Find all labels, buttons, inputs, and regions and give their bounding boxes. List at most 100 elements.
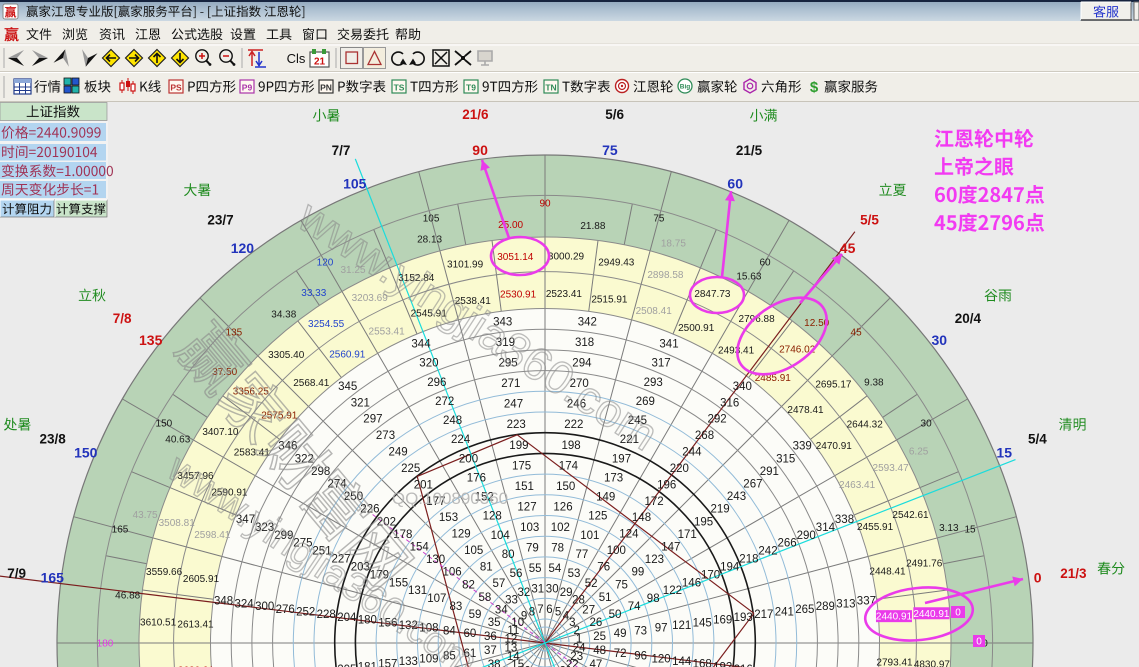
svg-text:28.13: 28.13 [417, 235, 442, 246]
svg-text:82: 82 [462, 579, 475, 591]
svg-text:73: 73 [634, 625, 647, 637]
svg-text:2523.41: 2523.41 [546, 289, 583, 300]
svg-text:21/3: 21/3 [1060, 566, 1087, 581]
svg-text:228: 228 [317, 609, 336, 621]
svg-text:9.38: 9.38 [864, 377, 884, 388]
svg-text:80: 80 [502, 549, 515, 561]
svg-text:267: 267 [743, 479, 762, 491]
svg-text:5/6: 5/6 [605, 107, 624, 122]
svg-text:300: 300 [255, 601, 274, 613]
svg-text:56: 56 [510, 568, 523, 580]
svg-text:200: 200 [459, 453, 478, 465]
svg-text:170: 170 [701, 569, 720, 581]
svg-text:344: 344 [411, 339, 431, 351]
svg-text:107: 107 [427, 593, 446, 605]
svg-text:2491.76: 2491.76 [906, 559, 943, 570]
svg-text:83: 83 [450, 601, 463, 613]
svg-text:165: 165 [41, 570, 65, 586]
svg-text:7/7: 7/7 [332, 143, 351, 158]
svg-text:45: 45 [840, 240, 856, 256]
svg-text:8: 8 [529, 606, 535, 618]
svg-text:120: 120 [652, 653, 671, 665]
svg-text:24: 24 [573, 643, 586, 655]
svg-text:75: 75 [615, 579, 628, 591]
svg-text:75: 75 [602, 142, 618, 158]
svg-text:193: 193 [734, 612, 753, 624]
svg-text:5: 5 [555, 606, 561, 618]
svg-text:313: 313 [836, 598, 855, 610]
svg-text:150: 150 [156, 419, 173, 430]
svg-text:4: 4 [563, 611, 570, 623]
svg-text:2695.17: 2695.17 [815, 380, 852, 391]
svg-text:181: 181 [358, 661, 377, 667]
svg-text:77: 77 [576, 549, 589, 561]
svg-text:223: 223 [507, 419, 526, 431]
svg-text:247: 247 [504, 399, 523, 411]
svg-text:2478.41: 2478.41 [787, 405, 824, 416]
svg-text:342: 342 [578, 317, 597, 329]
svg-text:2500.91: 2500.91 [678, 323, 715, 334]
svg-text:T9: T9 [466, 83, 476, 93]
svg-text:$: $ [810, 79, 819, 96]
svg-text:165: 165 [112, 525, 129, 536]
svg-text:175: 175 [512, 460, 531, 472]
svg-text:TN: TN [545, 83, 556, 93]
svg-text:131: 131 [408, 585, 427, 597]
svg-text:21/6: 21/6 [462, 107, 489, 122]
svg-text:101: 101 [580, 530, 599, 542]
svg-text:293: 293 [644, 377, 663, 389]
svg-text:98: 98 [647, 593, 660, 605]
svg-text:3407.10: 3407.10 [202, 427, 239, 438]
svg-text:315: 315 [776, 453, 795, 465]
svg-text:168: 168 [693, 659, 712, 667]
svg-text:2508.41: 2508.41 [636, 306, 673, 317]
svg-text:289: 289 [816, 601, 835, 613]
svg-text:339: 339 [793, 441, 812, 453]
svg-text:291: 291 [760, 466, 779, 478]
svg-text:340: 340 [733, 381, 752, 393]
svg-text:15.63: 15.63 [736, 271, 761, 282]
svg-text:34.38: 34.38 [271, 310, 296, 321]
svg-text:122: 122 [663, 585, 682, 597]
svg-text:199: 199 [509, 440, 528, 452]
svg-text:2560.91: 2560.91 [329, 350, 366, 361]
svg-text:2448.41: 2448.41 [869, 566, 906, 577]
svg-text:30: 30 [921, 419, 933, 430]
svg-text:148: 148 [632, 512, 651, 524]
svg-text:25.00: 25.00 [498, 220, 523, 231]
svg-text:296: 296 [427, 377, 446, 389]
svg-text:196: 196 [657, 479, 676, 491]
svg-text:PS: PS [170, 83, 182, 93]
svg-text:31: 31 [531, 583, 544, 595]
svg-text:105: 105 [343, 175, 367, 191]
svg-text:6: 6 [546, 604, 552, 616]
svg-text:2949.43: 2949.43 [598, 258, 635, 269]
svg-text:34: 34 [495, 605, 508, 617]
svg-text:TS: TS [394, 83, 405, 93]
svg-text:43.75: 43.75 [133, 510, 158, 521]
svg-text:21.88: 21.88 [580, 221, 605, 232]
svg-text:153: 153 [439, 512, 458, 524]
svg-text:40.63: 40.63 [165, 435, 190, 446]
svg-text:241: 241 [775, 607, 794, 619]
svg-text:18.75: 18.75 [661, 239, 686, 250]
svg-text:3559.66: 3559.66 [146, 567, 183, 578]
svg-text:174: 174 [559, 460, 579, 472]
svg-text:58: 58 [479, 592, 492, 604]
svg-text:78: 78 [551, 542, 564, 554]
svg-text:126: 126 [553, 501, 572, 513]
svg-text:3101.99: 3101.99 [447, 259, 484, 270]
svg-text:297: 297 [363, 414, 382, 426]
svg-text:129: 129 [452, 529, 471, 541]
svg-text:100: 100 [607, 545, 626, 557]
svg-text:30: 30 [546, 583, 559, 595]
svg-text:29: 29 [560, 587, 573, 599]
svg-text:218: 218 [739, 554, 758, 566]
svg-text:243: 243 [727, 491, 746, 503]
svg-text:4830.97: 4830.97 [914, 660, 951, 667]
svg-text:194: 194 [720, 562, 740, 574]
svg-text:337: 337 [857, 596, 876, 608]
svg-text:219: 219 [711, 504, 730, 516]
svg-text:173: 173 [604, 472, 623, 484]
svg-text:104: 104 [491, 530, 511, 542]
